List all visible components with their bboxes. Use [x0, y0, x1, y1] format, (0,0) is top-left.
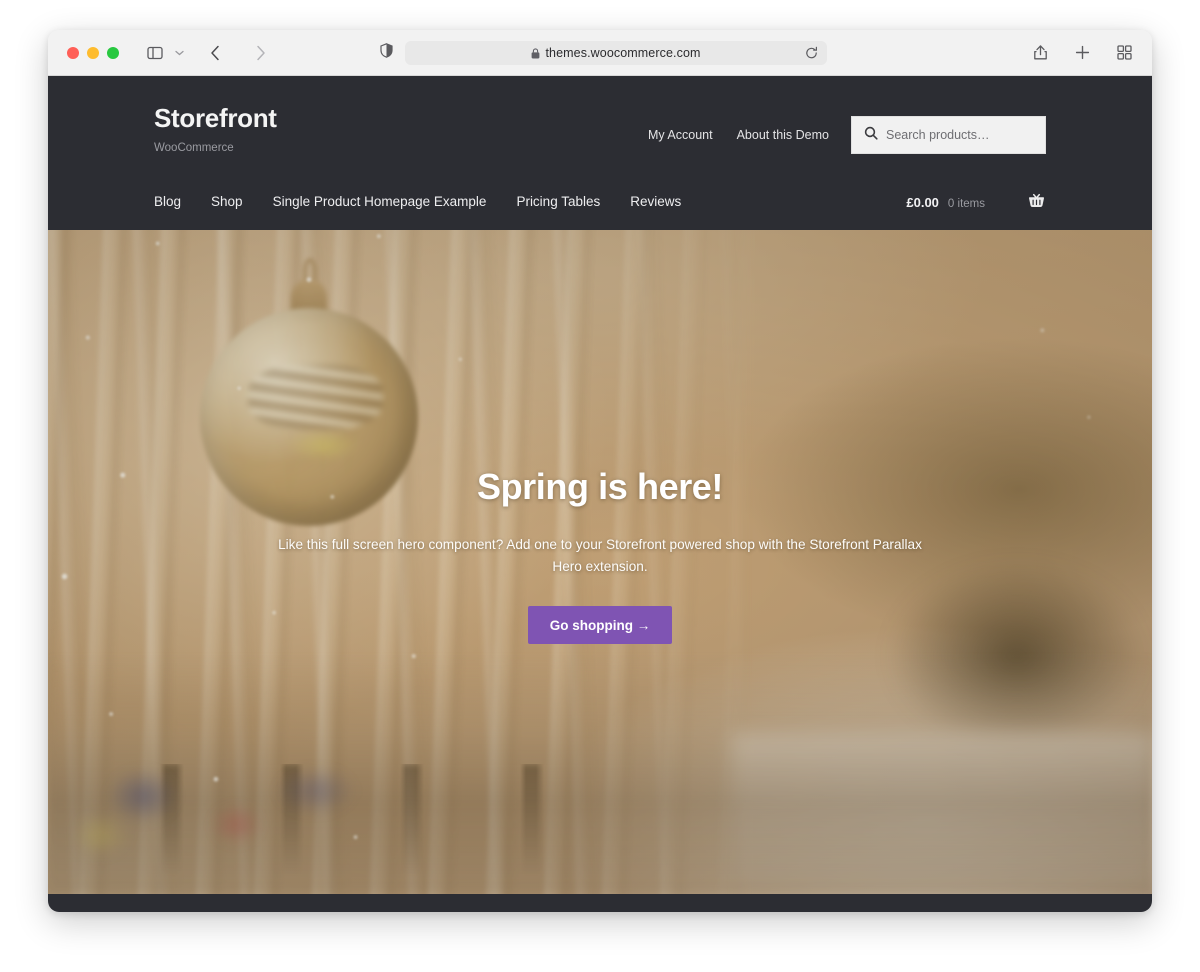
plus-icon[interactable] [1068, 40, 1096, 66]
nav-link-shop[interactable]: Shop [211, 194, 243, 209]
forward-button[interactable] [247, 40, 275, 66]
toolbar-right-controls [1026, 30, 1138, 75]
product-search-box[interactable] [851, 116, 1046, 154]
nav-item-reviews[interactable]: Reviews [630, 193, 681, 211]
nav-item-shop[interactable]: Shop [211, 193, 243, 211]
browser-window: themes.woocommerce.com Storefront WooCom… [48, 30, 1152, 912]
sidebar-icon[interactable] [141, 40, 169, 66]
reload-icon[interactable] [805, 46, 818, 60]
close-window-button[interactable] [67, 46, 79, 59]
window-controls [67, 46, 119, 59]
nav-link-blog[interactable]: Blog [154, 194, 181, 209]
address-bar-area: themes.woocommerce.com [380, 41, 827, 65]
maximize-window-button[interactable] [107, 46, 119, 59]
lock-icon [531, 47, 540, 59]
hero-subtitle: Like this full screen hero component? Ad… [278, 537, 922, 575]
site-branding[interactable]: Storefront WooCommerce [154, 104, 277, 154]
share-icon[interactable] [1026, 40, 1054, 66]
nav-item-blog[interactable]: Blog [154, 193, 181, 211]
nav-item-single-product-homepage-example[interactable]: Single Product Homepage Example [273, 193, 487, 211]
webpage-viewport: Storefront WooCommerce My Account About … [48, 76, 1152, 912]
secondary-navigation: My Account About this Demo [648, 128, 829, 142]
url-content: themes.woocommerce.com [531, 46, 700, 60]
search-input[interactable] [886, 128, 1033, 142]
url-text: themes.woocommerce.com [545, 46, 701, 60]
back-button[interactable] [201, 40, 229, 66]
privacy-shield-icon[interactable] [380, 43, 393, 63]
site-header: Storefront WooCommerce My Account About … [48, 76, 1152, 230]
site-header-inner: Storefront WooCommerce My Account About … [154, 76, 1046, 154]
hero-section: Spring is here! Like this full screen he… [48, 230, 1152, 894]
shopping-basket-icon[interactable] [1027, 193, 1046, 211]
cart-total: £0.00 [906, 194, 939, 210]
secondary-nav-item-my-account[interactable]: My Account [648, 128, 713, 142]
secondary-nav-item-about-this-demo[interactable]: About this Demo [737, 128, 829, 142]
main-navigation: Blog Shop Single Product Homepage Exampl… [154, 174, 1046, 230]
minimize-window-button[interactable] [87, 46, 99, 59]
cart-summary: £0.00 0 items [906, 195, 985, 210]
cart-area[interactable]: £0.00 0 items [906, 193, 1046, 211]
hero-content: Spring is here! Like this full screen he… [270, 230, 930, 645]
chevron-down-icon[interactable] [171, 40, 187, 66]
tab-overview-icon[interactable] [1110, 40, 1138, 66]
cart-item-count: 0 items [947, 197, 985, 210]
nav-link-reviews[interactable]: Reviews [630, 194, 681, 209]
search-icon [864, 126, 878, 145]
go-shopping-button[interactable]: Go shopping → [527, 606, 673, 645]
header-right: My Account About this Demo [648, 104, 1046, 154]
hero-title: Spring is here! [476, 466, 724, 507]
nav-link-single-product-homepage-example[interactable]: Single Product Homepage Example [273, 194, 487, 209]
main-navigation-wrap: Blog Shop Single Product Homepage Exampl… [48, 174, 1152, 230]
nav-item-pricing-tables[interactable]: Pricing Tables [516, 193, 600, 211]
toolbar-left-controls [141, 40, 275, 66]
site-tagline: WooCommerce [154, 141, 234, 154]
browser-toolbar: themes.woocommerce.com [48, 30, 1152, 76]
main-nav-list: Blog Shop Single Product Homepage Exampl… [154, 193, 681, 211]
nav-link-pricing-tables[interactable]: Pricing Tables [516, 194, 600, 209]
url-field[interactable]: themes.woocommerce.com [405, 41, 827, 65]
page-title[interactable]: Storefront [154, 104, 277, 133]
